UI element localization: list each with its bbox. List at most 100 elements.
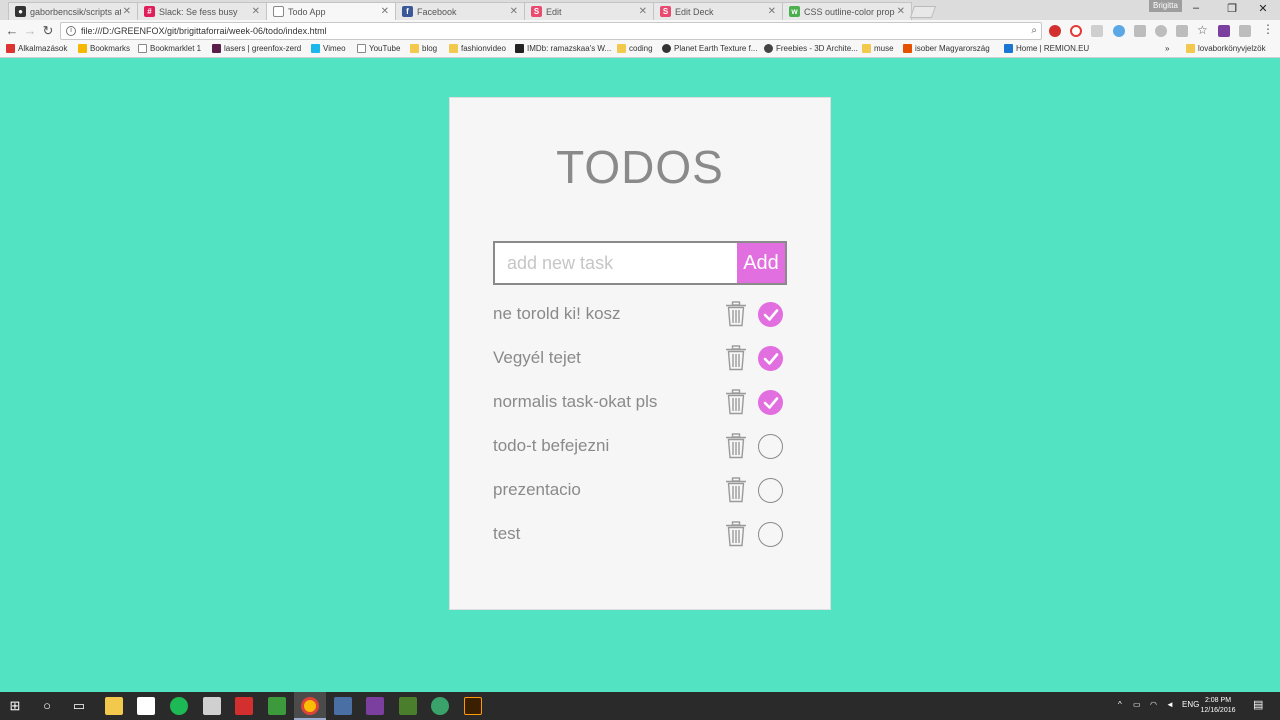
close-icon[interactable]: ✕ (510, 6, 518, 17)
bookmark-item[interactable]: blog (410, 44, 437, 53)
trash-icon[interactable] (725, 389, 747, 415)
browser-tab-active[interactable]: Todo App ✕ (266, 2, 396, 20)
opera-icon[interactable] (1070, 25, 1082, 37)
notification-icon[interactable]: ▤ (1253, 698, 1263, 711)
bookmark-item[interactable]: isober Magyarország (903, 44, 990, 53)
browser-tab[interactable]: S Edit ✕ (524, 2, 654, 20)
task-item: prezentacio (493, 476, 787, 506)
trash-icon[interactable] (725, 477, 747, 503)
checked-circle-icon[interactable] (758, 346, 783, 371)
store-icon[interactable] (137, 697, 155, 715)
close-icon[interactable]: ✕ (123, 6, 131, 17)
new-task-input[interactable] (493, 241, 738, 285)
close-icon[interactable]: ✕ (768, 6, 776, 17)
app-icon[interactable] (235, 697, 253, 715)
chrome-icon[interactable] (301, 697, 319, 715)
tray-expand-icon[interactable]: ^ (1118, 700, 1122, 709)
bookmark-item[interactable]: Bookmarklet 1 (138, 44, 201, 53)
bookmark-item[interactable]: Bookmarks (78, 44, 130, 53)
task-item: normalis task-okat pls (493, 388, 787, 418)
more-bookmarks-button[interactable]: » (1165, 44, 1169, 53)
new-tab-button[interactable] (909, 6, 937, 18)
maximize-icon[interactable]: ❐ (1222, 2, 1242, 15)
close-icon[interactable]: ✕ (381, 6, 389, 17)
cloud-icon[interactable] (1113, 25, 1125, 37)
close-icon[interactable]: ✕ (639, 6, 647, 17)
extension-icon[interactable] (1239, 25, 1251, 37)
address-bar-row: ← → ↻ i file:///D:/GREENFOX/git/brigitta… (0, 20, 1280, 42)
language-indicator[interactable]: ENG (1182, 700, 1199, 709)
window-close-icon[interactable]: ✕ (1253, 2, 1273, 15)
reload-icon[interactable]: ↻ (40, 23, 56, 39)
s-icon: S (531, 6, 542, 17)
bookmark-item[interactable]: Freebies - 3D Archite... (764, 44, 858, 53)
trash-icon[interactable] (725, 433, 747, 459)
unchecked-circle-icon[interactable] (758, 522, 783, 547)
bookmark-item[interactable]: fashionvideo (449, 44, 506, 53)
bookmark-item[interactable]: Vimeo (311, 44, 346, 53)
browser-tab[interactable]: # Slack: Se fess busy ✕ (137, 2, 267, 20)
extension-icon[interactable] (1134, 25, 1146, 37)
trash-icon[interactable] (725, 301, 747, 327)
star-icon[interactable]: ☆ (1197, 24, 1209, 36)
site-icon (903, 44, 912, 53)
info-icon[interactable]: i (66, 26, 76, 36)
windows-start-icon[interactable]: ⊞ (6, 697, 24, 715)
close-icon[interactable]: ✕ (252, 6, 260, 17)
bookmark-item[interactable]: Home | REMION.EU (1004, 44, 1089, 53)
battery-icon[interactable]: ▭ (1133, 700, 1141, 709)
bookmark-item[interactable]: YouTube (357, 44, 400, 53)
onenote-icon[interactable] (1218, 25, 1230, 37)
bookmark-item[interactable]: lovaborkönyvjelzök (1186, 44, 1266, 53)
pinterest-icon[interactable] (1049, 25, 1061, 37)
globe-icon[interactable] (431, 697, 449, 715)
browser-tab[interactable]: f Facebook ✕ (395, 2, 525, 20)
spotify-icon[interactable] (170, 697, 188, 715)
add-task-button[interactable]: Add (737, 241, 787, 285)
camera-icon[interactable] (1176, 25, 1188, 37)
clock[interactable]: 2:08 PM 12/16/2016 (1200, 696, 1236, 716)
forward-icon[interactable]: → (22, 23, 38, 39)
file-explorer-icon[interactable] (105, 697, 123, 715)
apps-icon (6, 44, 15, 53)
volume-icon[interactable]: ◄ (1166, 700, 1174, 709)
bookmark-item[interactable]: Planet Earth Texture f... (662, 44, 757, 53)
task-text: normalis task-okat pls (493, 392, 658, 411)
close-icon[interactable]: ✕ (897, 6, 905, 17)
bookmark-item[interactable]: lasers | greenfox-zerd (212, 44, 301, 53)
profile-badge[interactable]: Brigitta (1149, 0, 1182, 12)
task-view-icon[interactable]: ▭ (70, 697, 88, 715)
unchecked-circle-icon[interactable] (758, 434, 783, 459)
address-text: file:///D:/GREENFOX/git/brigittaforrai/w… (81, 26, 327, 36)
extension-icon[interactable] (1091, 25, 1103, 37)
utorrent-icon[interactable] (268, 697, 286, 715)
github-icon: ● (15, 6, 26, 17)
app-icon[interactable] (334, 697, 352, 715)
illustrator-icon[interactable] (464, 697, 482, 715)
unchecked-circle-icon[interactable] (758, 478, 783, 503)
browser-tab[interactable]: w CSS outline-color prope ✕ (782, 2, 912, 20)
trash-icon[interactable] (725, 521, 747, 547)
wifi-icon[interactable]: ◠ (1150, 700, 1157, 709)
tab-label: Edit Deck (675, 6, 714, 17)
browser-tab[interactable]: S Edit Deck ✕ (653, 2, 783, 20)
zoom-icon[interactable]: ⌕ (1031, 23, 1037, 39)
address-bar[interactable]: i file:///D:/GREENFOX/git/brigittaforrai… (60, 22, 1042, 40)
extension-icon[interactable] (1155, 25, 1167, 37)
bookmark-item[interactable]: IMDb: ramazskaa's W... (515, 44, 611, 53)
menu-icon[interactable]: ⋮ (1262, 23, 1274, 35)
onenote-icon[interactable] (366, 697, 384, 715)
search-icon[interactable]: ○ (38, 697, 56, 715)
trash-icon[interactable] (725, 345, 747, 371)
checked-circle-icon[interactable] (758, 390, 783, 415)
bookmark-item[interactable]: Alkalmazások (6, 44, 67, 53)
browser-tab[interactable]: ● gaborbencsik/scripts at ✕ (8, 2, 138, 20)
bookmark-item[interactable]: coding (617, 44, 653, 53)
calculator-icon[interactable] (203, 697, 221, 715)
star-icon (78, 44, 87, 53)
checked-circle-icon[interactable] (758, 302, 783, 327)
minimize-icon[interactable]: – (1186, 2, 1206, 14)
bookmark-item[interactable]: muse (862, 44, 894, 53)
lambda-icon[interactable] (399, 697, 417, 715)
back-icon[interactable]: ← (4, 23, 20, 39)
